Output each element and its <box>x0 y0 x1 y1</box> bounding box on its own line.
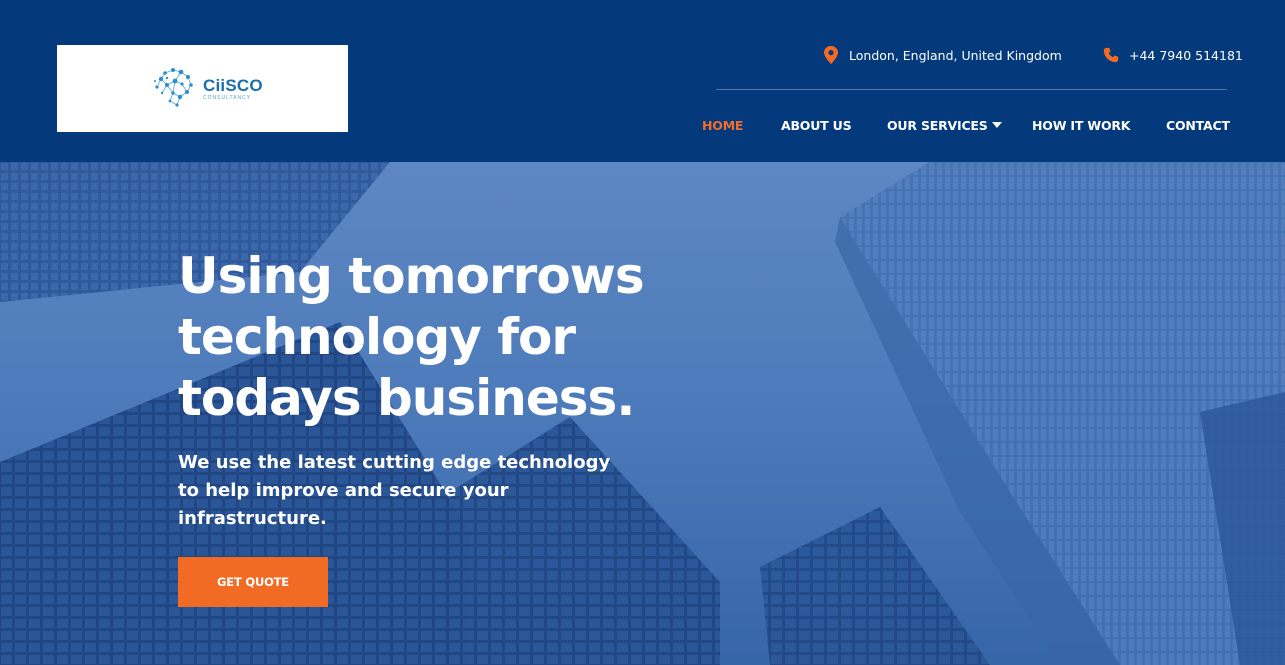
nav-about-us-label: ABOUT US <box>781 118 852 133</box>
nav-contact[interactable]: CONTACT <box>1166 118 1230 133</box>
contact-location: London, England, United Kingdom <box>823 45 1062 65</box>
brain-network-icon <box>154 68 193 107</box>
headline-line: todays business. <box>178 369 635 427</box>
map-pin-icon <box>824 46 838 64</box>
nav-home-label: HOME <box>702 118 744 133</box>
logo[interactable]: CiiSCO CONSULTANCY <box>57 45 348 132</box>
hero-subline: We use the latest cutting edge technolog… <box>178 449 678 533</box>
get-quote-button[interactable]: GET QUOTE <box>178 557 328 607</box>
subline-line: We use the latest cutting edge technolog… <box>178 452 611 473</box>
nav-contact-label: CONTACT <box>1166 118 1230 133</box>
site-header: CiiSCO CONSULTANCY London, England, Unit… <box>0 0 1285 162</box>
headline-line: Using tomorrows <box>178 247 645 305</box>
subline-line: infrastructure. <box>178 508 327 529</box>
caret-down-icon <box>991 122 1002 128</box>
logo-text: CiiSCO <box>203 76 263 95</box>
nav-home[interactable]: HOME <box>702 118 743 133</box>
phone-text: +44 7940 514181 <box>1129 47 1243 63</box>
location-text: London, England, United Kingdom <box>849 47 1062 63</box>
subline-line: to help improve and secure your <box>178 480 509 501</box>
headline-line: technology for <box>178 308 576 366</box>
contact-phone[interactable]: +44 7940 514181 <box>1103 45 1243 65</box>
nav-how-it-work-label: HOW IT WORK <box>1032 118 1131 133</box>
nav-how-it-work[interactable]: HOW IT WORK <box>1032 118 1130 133</box>
hero-section: Using tomorrows technology for todays bu… <box>0 162 1285 665</box>
hero-headline: Using tomorrows technology for todays bu… <box>178 246 718 429</box>
nav-our-services[interactable]: OUR SERVICES <box>887 118 1002 133</box>
logo-subtext: CONSULTANCY <box>203 95 252 101</box>
nav-our-services-label: OUR SERVICES <box>887 118 988 133</box>
header-divider <box>716 89 1227 90</box>
phone-icon <box>1103 47 1119 63</box>
nav-about-us[interactable]: ABOUT US <box>781 118 852 133</box>
